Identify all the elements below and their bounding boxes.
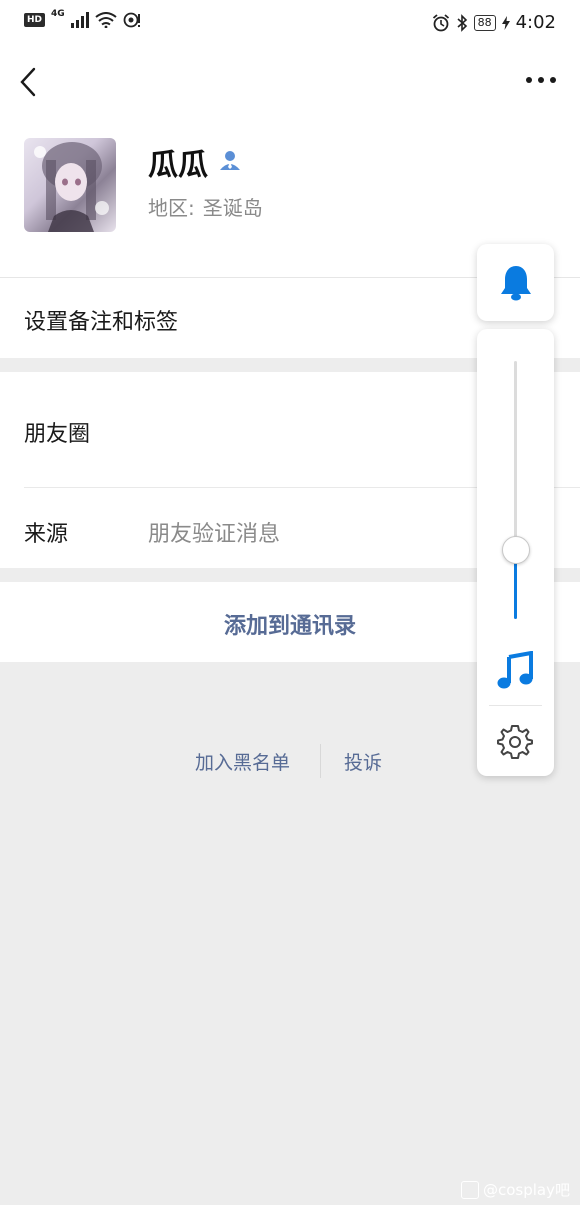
bell-icon — [501, 266, 531, 301]
region-value: 圣诞岛 — [202, 196, 263, 220]
status-bar: HD 4G 88 4:02 — [0, 0, 580, 46]
link-separator — [320, 744, 321, 778]
clock: 4:02 — [515, 12, 556, 33]
music-note-icon — [497, 650, 533, 689]
watermark-text: @cosplay吧 — [483, 1181, 570, 1199]
volume-panel — [477, 329, 554, 776]
watermark: @cosplay吧 — [461, 1179, 570, 1200]
network-type: 4G — [51, 9, 65, 19]
report-link[interactable]: 投诉 — [344, 748, 382, 775]
sound-settings-button[interactable] — [497, 723, 533, 759]
more-dots-icon — [526, 77, 556, 83]
remark-tags-label: 设置备注和标签 — [24, 310, 179, 335]
region-label: 地区: — [148, 196, 195, 220]
more-button[interactable] — [524, 72, 558, 88]
profile-name: 瓜瓜 — [148, 148, 208, 183]
back-button[interactable] — [14, 64, 44, 100]
gear-icon — [497, 725, 533, 759]
bluetooth-icon — [457, 13, 467, 32]
avatar-illustration — [34, 142, 109, 232]
watermark-logo-icon — [461, 1180, 479, 1199]
signal-icon — [70, 12, 89, 28]
chevron-left-icon — [20, 67, 36, 97]
divider — [489, 705, 542, 706]
profile-region: 地区: 圣诞岛 — [148, 192, 263, 221]
avatar[interactable] — [24, 138, 116, 232]
source-value: 朋友验证消息 — [148, 522, 281, 547]
nav-bar — [0, 46, 580, 120]
hotspot-icon — [123, 12, 140, 28]
volume-slider-thumb[interactable] — [502, 536, 530, 565]
alarm-icon — [432, 13, 449, 31]
add-to-blacklist-link[interactable]: 加入黑名单 — [195, 748, 290, 775]
ringer-mode-button[interactable] — [477, 244, 554, 321]
person-badge-icon — [218, 148, 242, 172]
wifi-icon — [95, 12, 117, 28]
source-label: 来源 — [24, 522, 69, 547]
media-volume-button[interactable] — [497, 650, 535, 691]
hd-badge: HD — [24, 13, 46, 27]
moments-label: 朋友圈 — [24, 422, 91, 447]
battery-indicator: 88 — [473, 14, 496, 31]
profile-page: HD 4G 88 4:02 瓜瓜 地区: 圣诞岛 设置备注和标签 朋友圈 来源 … — [0, 0, 580, 1205]
charging-icon — [501, 15, 510, 30]
